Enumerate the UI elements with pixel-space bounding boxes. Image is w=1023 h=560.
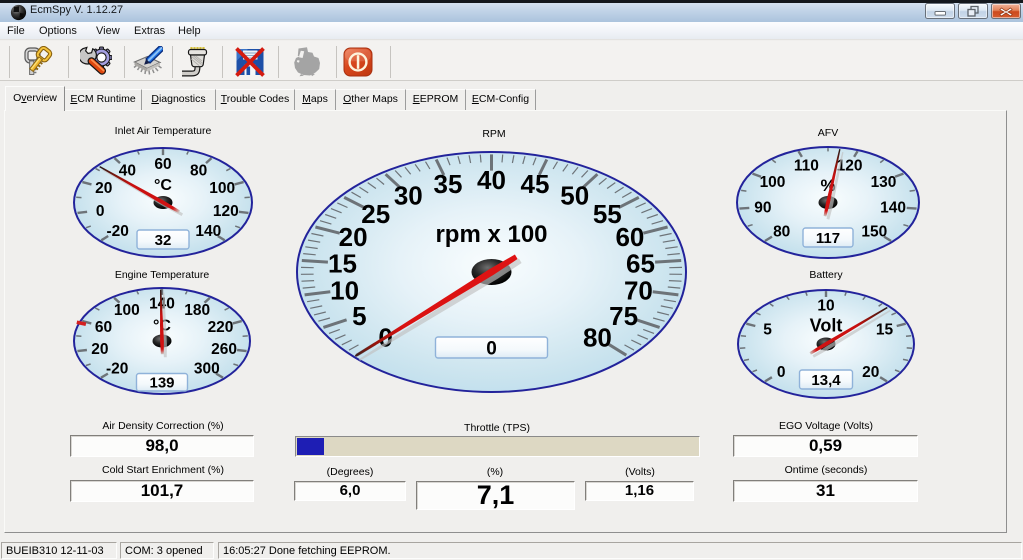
svg-text:180: 180 (184, 302, 210, 319)
svg-text:130: 130 (871, 174, 897, 191)
svg-text:5: 5 (352, 301, 366, 331)
svg-text:60: 60 (95, 319, 112, 336)
svg-text:80: 80 (773, 223, 790, 240)
svg-text:260: 260 (211, 341, 237, 358)
svg-text:120: 120 (213, 203, 239, 220)
svg-text:-20: -20 (106, 223, 128, 240)
svg-text:20: 20 (91, 341, 108, 358)
svg-text:20: 20 (95, 180, 112, 197)
svg-text:10: 10 (330, 275, 359, 305)
svg-text:80: 80 (190, 162, 207, 179)
svg-text:0: 0 (777, 364, 786, 381)
svg-text:20: 20 (862, 364, 879, 381)
svg-text:80: 80 (583, 323, 612, 353)
svg-text:75: 75 (609, 301, 638, 331)
svg-text:-20: -20 (106, 361, 128, 378)
svg-text:30: 30 (394, 181, 423, 211)
svg-text:13,4: 13,4 (811, 372, 841, 389)
svg-text:15: 15 (328, 248, 357, 278)
svg-text:139: 139 (149, 375, 174, 392)
svg-text:220: 220 (208, 319, 234, 336)
svg-text:140: 140 (195, 223, 221, 240)
svg-text:Volt: Volt (810, 315, 843, 335)
svg-text:90: 90 (754, 200, 771, 217)
svg-text:100: 100 (114, 302, 140, 319)
svg-text:0: 0 (96, 203, 105, 220)
svg-text:117: 117 (816, 230, 840, 247)
svg-text:60: 60 (154, 156, 171, 173)
svg-text:45: 45 (521, 169, 550, 199)
svg-text:300: 300 (194, 361, 220, 378)
svg-text:25: 25 (361, 199, 390, 229)
svg-text:140: 140 (880, 200, 906, 217)
svg-text:40: 40 (477, 165, 506, 195)
svg-text:5: 5 (763, 322, 772, 339)
svg-text:35: 35 (434, 169, 463, 199)
svg-text:40: 40 (119, 162, 136, 179)
svg-text:65: 65 (626, 248, 655, 278)
svg-text:0: 0 (486, 338, 497, 359)
svg-text:100: 100 (760, 174, 786, 191)
svg-text:15: 15 (876, 322, 894, 339)
svg-text:100: 100 (209, 180, 235, 197)
svg-text:150: 150 (861, 223, 887, 240)
svg-text:°C: °C (154, 177, 172, 194)
svg-text:10: 10 (817, 298, 834, 315)
svg-text:rpm x 100: rpm x 100 (435, 221, 547, 248)
svg-text:50: 50 (560, 181, 589, 211)
svg-text:110: 110 (794, 157, 819, 174)
svg-text:32: 32 (155, 232, 172, 249)
